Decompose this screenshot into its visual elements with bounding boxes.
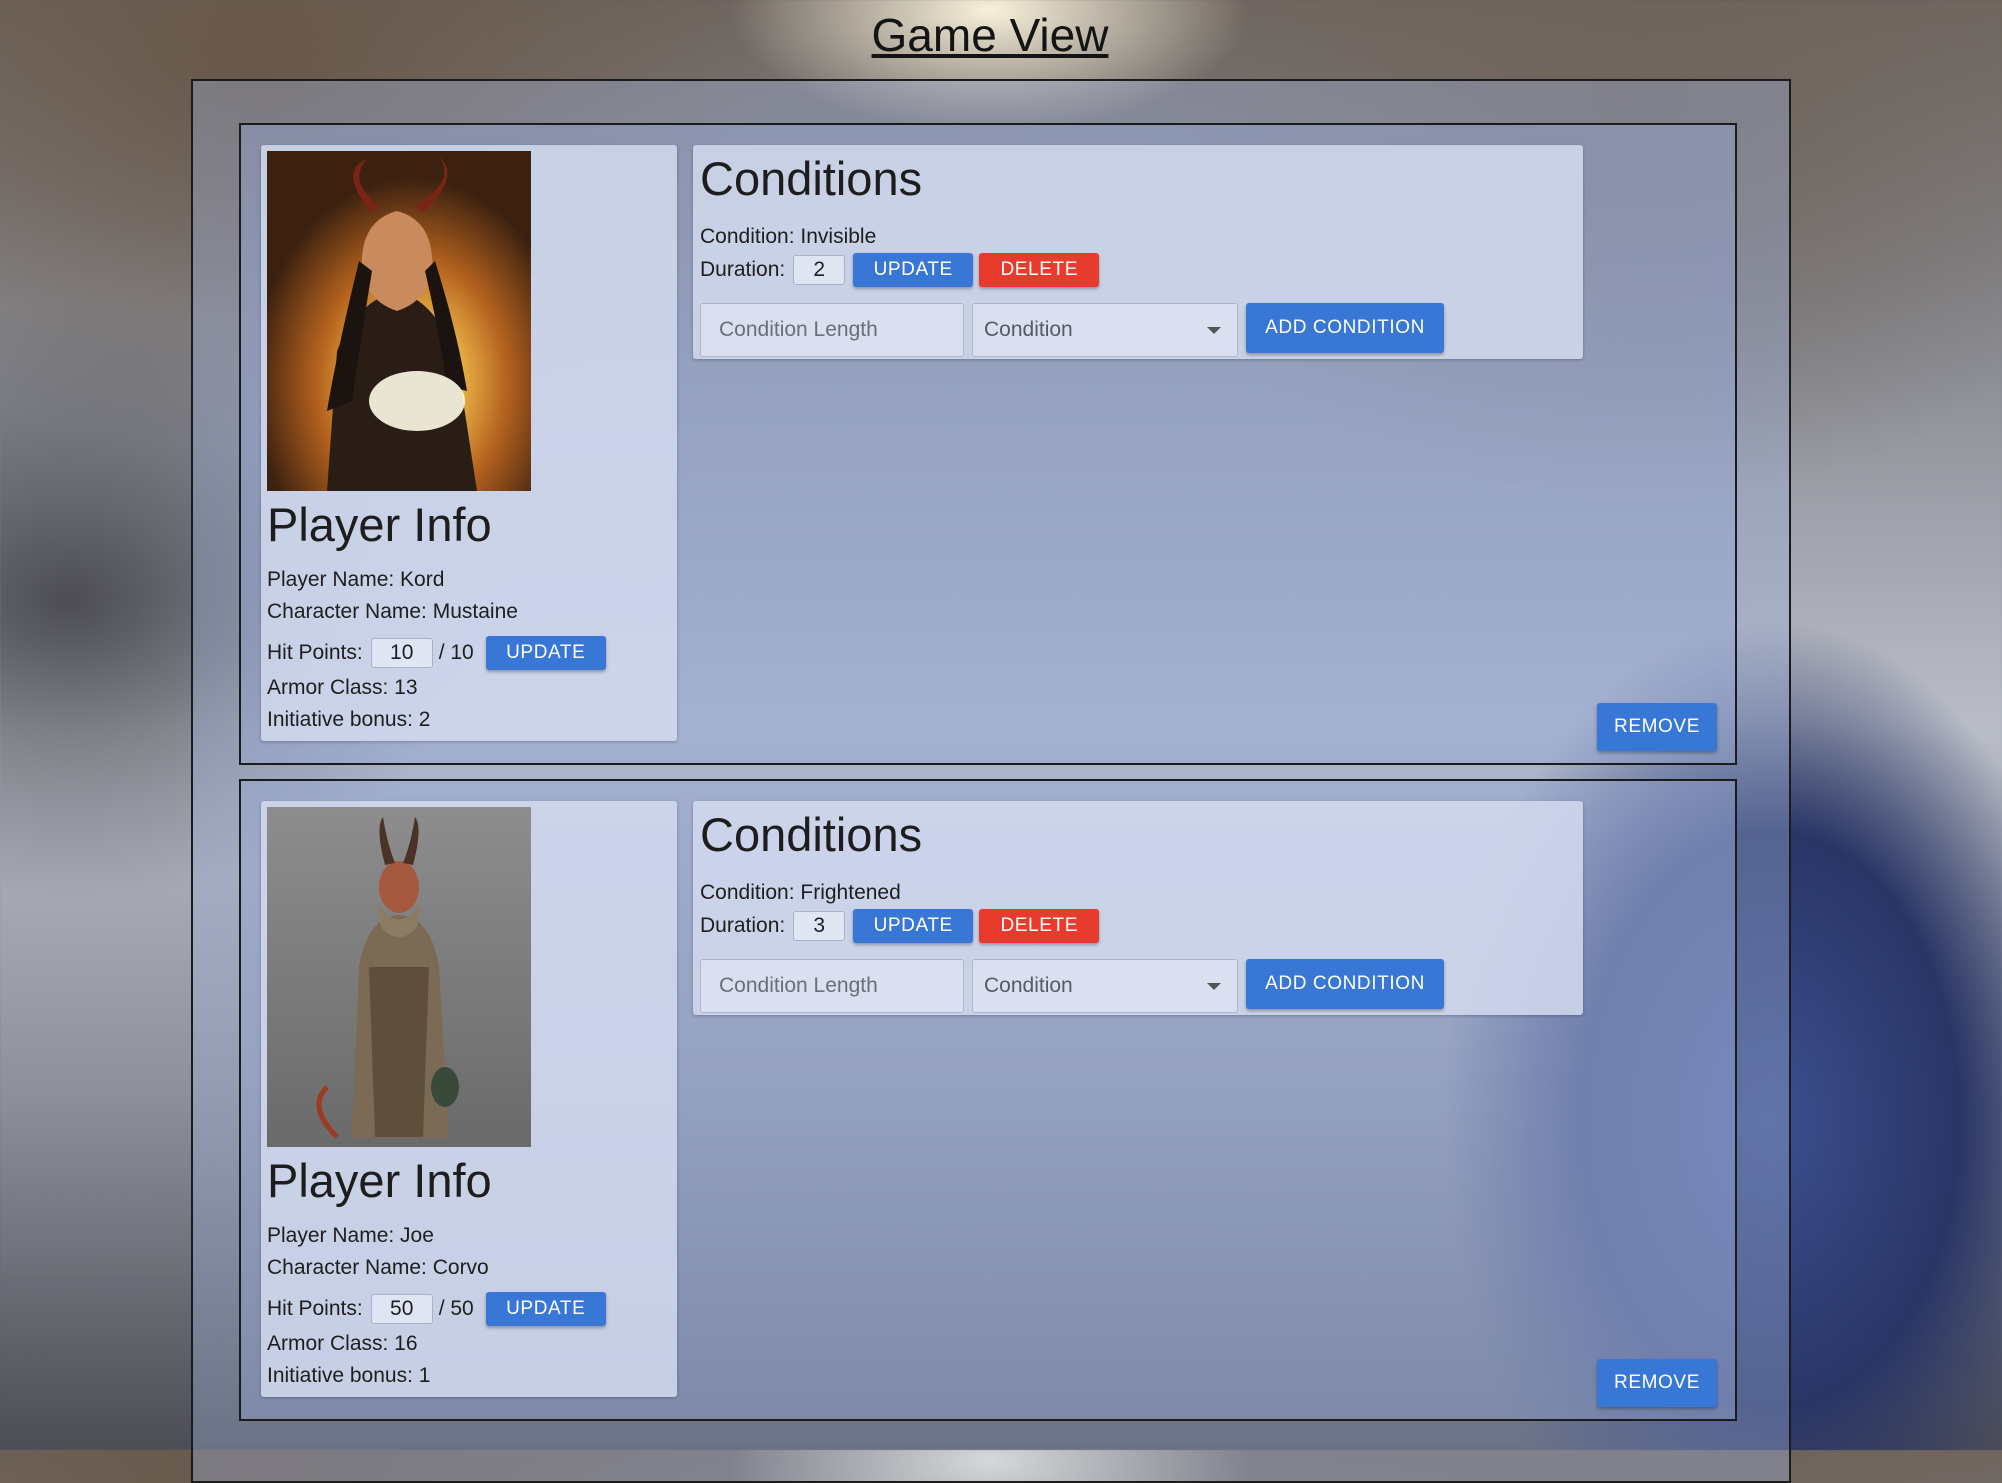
player-card: Player Info Player Name: Kord Character … [239,123,1737,765]
game-view-container: Player Info Player Name: Kord Character … [191,79,1791,1483]
chevron-down-icon [1207,983,1221,990]
player-name: Player Name: Kord [267,568,445,591]
hit-points-row: Hit Points: / 10 UPDATE [267,636,606,670]
condition-select[interactable]: Condition [972,303,1238,357]
armor-class: Armor Class: 16 [267,1332,418,1355]
condition-length-input[interactable] [700,959,964,1013]
duration-label: Duration: [700,258,786,281]
condition-select[interactable]: Condition [972,959,1238,1013]
condition-select-label: Condition [984,318,1073,341]
armor-class: Armor Class: 13 [267,676,418,699]
conditions-title: Conditions [700,152,923,205]
hit-points-label: Hit Points: [267,641,363,664]
duration-input[interactable] [793,255,846,285]
initiative-bonus: Initiative bonus: 2 [267,708,431,731]
duration-row: Duration: UPDATE DELETE [700,253,1100,287]
player-info-panel: Player Info Player Name: Kord Character … [261,145,677,741]
update-duration-button[interactable]: UPDATE [853,253,974,287]
horned-monk-portrait [267,807,531,1147]
hit-points-input[interactable] [370,1294,433,1324]
character-name: Character Name: Corvo [267,1256,489,1279]
duration-input[interactable] [793,911,846,941]
condition-name: Condition: Frightened [700,881,901,904]
update-duration-button[interactable]: UPDATE [853,909,974,943]
add-condition-button[interactable]: ADD CONDITION [1246,303,1444,353]
remove-player-button[interactable]: REMOVE [1597,1359,1717,1407]
player-info-panel: Player Info Player Name: Joe Character N… [261,801,677,1397]
conditions-panel: Conditions Condition: Frightened Duratio… [693,801,1583,1015]
player-info-title: Player Info [267,498,492,551]
add-condition-button[interactable]: ADD CONDITION [1246,959,1444,1009]
remove-player-button[interactable]: REMOVE [1597,703,1717,751]
hit-points-max: / 50 [438,1297,474,1320]
condition-name: Condition: Invisible [700,225,877,248]
page-title: Game View [871,9,1109,61]
character-name: Character Name: Mustaine [267,600,518,623]
conditions-title: Conditions [700,808,923,861]
hit-points-input[interactable] [370,638,433,668]
player-name: Player Name: Joe [267,1224,434,1247]
duration-row: Duration: UPDATE DELETE [700,909,1100,943]
horned-sorcerer-portrait [267,151,531,491]
condition-select-label: Condition [984,974,1073,997]
delete-condition-button[interactable]: DELETE [979,909,1100,943]
initiative-bonus: Initiative bonus: 1 [267,1364,431,1387]
update-hit-points-button[interactable]: UPDATE [485,1292,606,1326]
chevron-down-icon [1207,327,1221,334]
conditions-panel: Conditions Condition: Invisible Duration… [693,145,1583,359]
delete-condition-button[interactable]: DELETE [979,253,1100,287]
condition-length-input[interactable] [700,303,964,357]
hit-points-row: Hit Points: / 50 UPDATE [267,1292,606,1326]
update-hit-points-button[interactable]: UPDATE [485,636,606,670]
player-info-title: Player Info [267,1154,492,1207]
hit-points-max: / 10 [438,641,474,664]
player-card: Player Info Player Name: Joe Character N… [239,779,1737,1421]
duration-label: Duration: [700,914,786,937]
hit-points-label: Hit Points: [267,1297,363,1320]
